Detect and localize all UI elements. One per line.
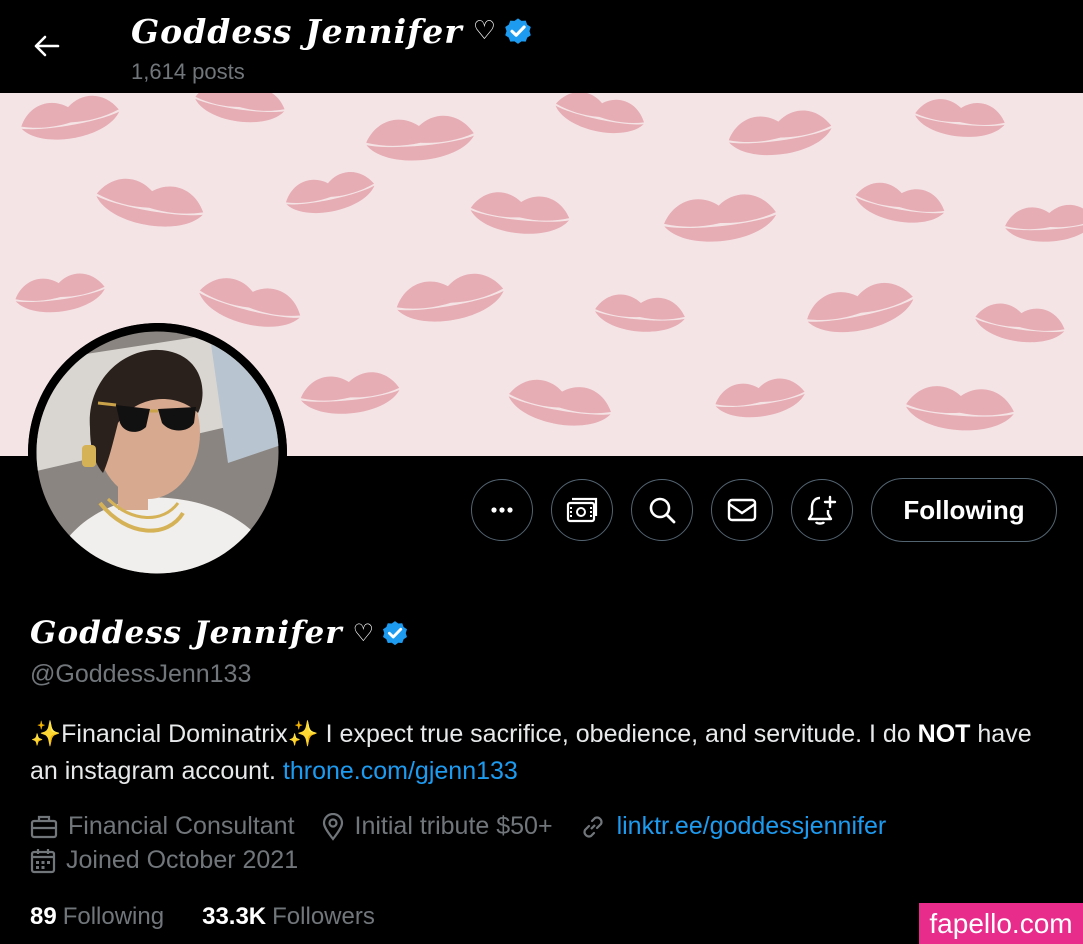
follow-stats: 89 Following 33.3K Followers	[30, 903, 413, 931]
profile-display-name: Goddess Jennifer	[30, 615, 343, 651]
profile-bio: ✨Financial Dominatrix✨ I expect true sac…	[30, 716, 1050, 790]
back-button[interactable]	[22, 24, 70, 68]
header-name-row: Goddess Jennifer ♡	[131, 10, 534, 52]
header-display-name: Goddess Jennifer	[131, 11, 463, 51]
notify-button[interactable]	[791, 479, 853, 541]
location-pin-icon	[322, 812, 343, 841]
location-text: Initial tribute $50+	[354, 812, 553, 840]
profile-name-row: Goddess Jennifer ♡	[30, 612, 410, 654]
joined-item: Joined October 2021	[30, 846, 298, 875]
joined-text: Joined October 2021	[66, 846, 299, 874]
top-bar: Goddess Jennifer ♡ 1,614 posts	[0, 0, 1083, 93]
link-icon	[583, 815, 603, 838]
mail-icon	[727, 498, 757, 522]
following-button[interactable]: Following	[871, 478, 1057, 542]
briefcase-icon	[30, 815, 58, 838]
website-item: linktr.ee/goddessjennifer	[579, 812, 887, 841]
followers-count: 33.3K	[202, 903, 267, 930]
profession-item: Financial Consultant	[30, 812, 295, 841]
heart-icon: ♡	[352, 619, 375, 647]
post-count: 1,614 posts	[131, 59, 245, 84]
followers-label: Followers	[272, 903, 375, 930]
joined-row: Joined October 2021	[30, 846, 324, 875]
verified-badge-icon	[505, 18, 531, 44]
website-link[interactable]: linktr.ee/goddessjennifer	[617, 812, 887, 841]
money-icon	[566, 497, 598, 523]
message-button[interactable]	[711, 479, 773, 541]
location-item: Initial tribute $50+	[321, 812, 553, 841]
arrow-left-icon	[34, 35, 60, 57]
profession-text: Financial Consultant	[68, 812, 295, 840]
calendar-icon	[30, 848, 56, 873]
search-icon	[649, 497, 676, 524]
bio-bold-text: NOT	[917, 720, 971, 748]
profile-meta-row: Financial Consultant Initial tribute $50…	[30, 812, 912, 841]
more-icon	[491, 507, 513, 513]
avatar-photo-image	[28, 323, 287, 582]
followers-count-link[interactable]: 33.3K Followers	[202, 903, 375, 931]
bell-plus-icon	[807, 495, 837, 525]
heart-icon: ♡	[472, 16, 497, 46]
more-button[interactable]	[471, 479, 533, 541]
following-count: 89	[30, 903, 57, 930]
verified-badge-icon[interactable]	[380, 618, 410, 648]
profile-handle: @GoddessJenn133	[30, 660, 252, 688]
subscribe-button[interactable]	[551, 479, 613, 541]
following-count-link[interactable]: 89 Following	[30, 903, 164, 931]
search-button[interactable]	[631, 479, 693, 541]
bio-link[interactable]: throne.com/gjenn133	[283, 757, 518, 785]
profile-actions: Following	[471, 478, 1057, 542]
profile-avatar[interactable]	[28, 323, 287, 582]
following-label: Following	[62, 903, 165, 930]
watermark: fapello.com	[919, 903, 1083, 944]
bio-text-1: ✨Financial Dominatrix✨ I expect true sac…	[30, 720, 918, 748]
